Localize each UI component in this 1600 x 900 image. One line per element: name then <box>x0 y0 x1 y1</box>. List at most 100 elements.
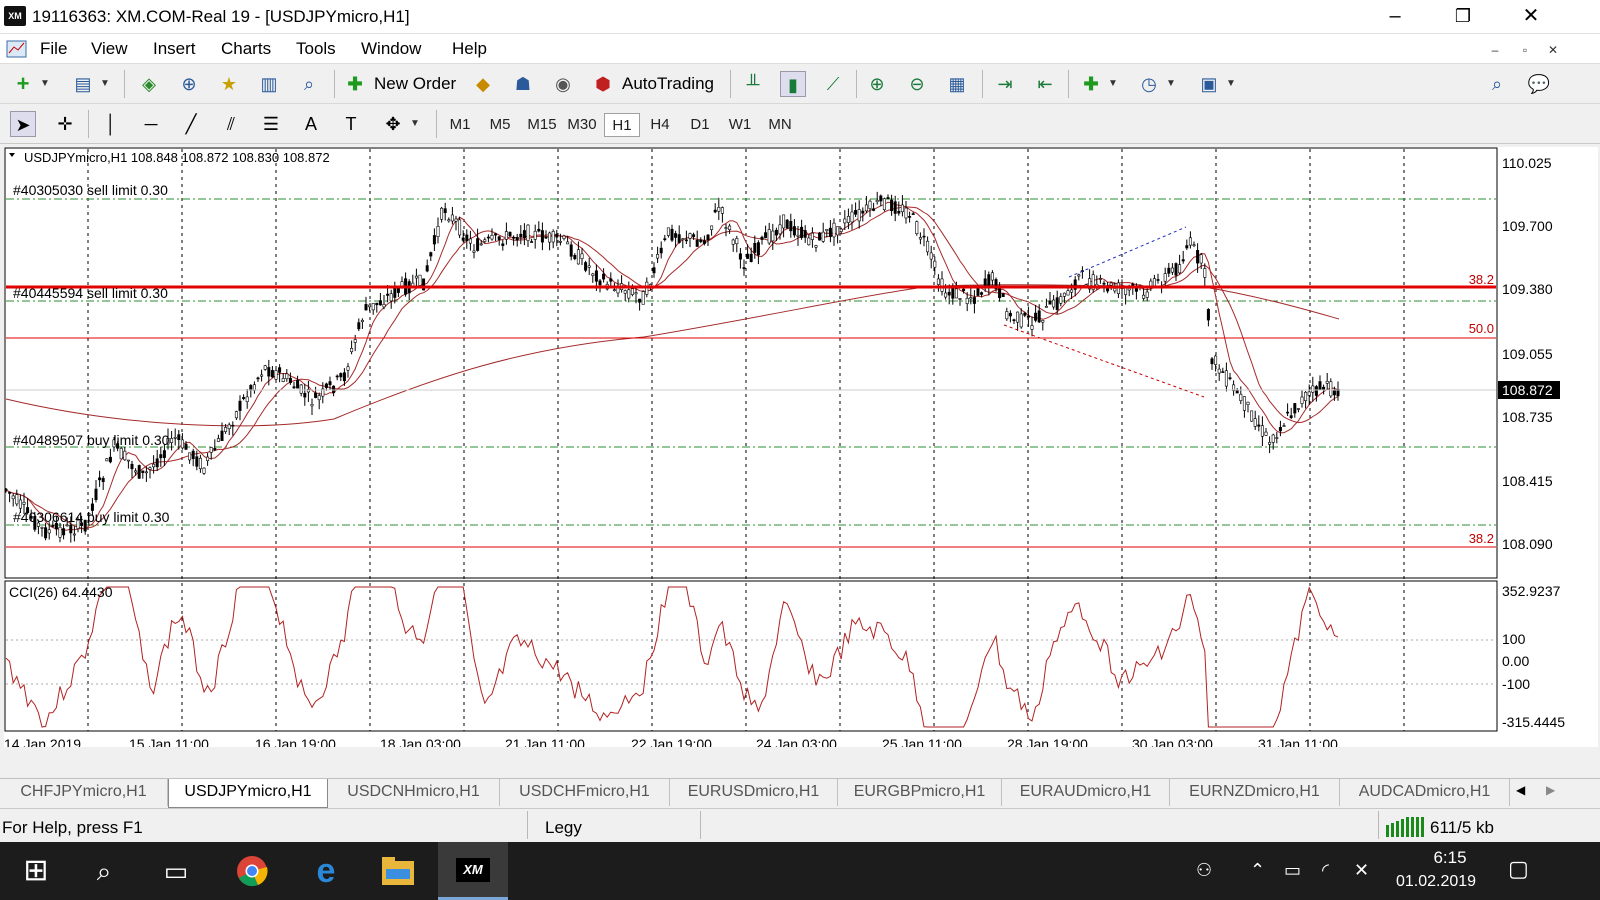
people-icon[interactable]: ⚇ <box>1196 860 1212 881</box>
chart-shift-icon[interactable]: ⇤ <box>1032 71 1058 97</box>
mdi-close-button[interactable]: ✕ <box>1544 42 1562 58</box>
chart-canvas[interactable]: USDJPYmicro,H1 108.848 108.872 108.830 1… <box>4 147 1598 747</box>
arrows-dropdown-icon[interactable]: ▼ <box>408 111 422 137</box>
candle-body <box>213 447 217 451</box>
chrome-icon[interactable] <box>236 855 268 887</box>
maximize-button[interactable]: ❐ <box>1440 0 1486 34</box>
menu-tools[interactable]: Tools <box>296 39 336 59</box>
volume-muted-icon[interactable]: ✕ <box>1354 860 1369 881</box>
periods-dropdown-icon[interactable]: ▼ <box>1164 71 1178 97</box>
chat-icon[interactable]: 💬 <box>1526 71 1552 97</box>
close-button[interactable]: ✕ <box>1508 0 1554 34</box>
horizontal-line-icon[interactable]: ─ <box>138 111 164 137</box>
mt4-taskbar-button[interactable]: XM <box>438 842 508 900</box>
equidistant-channel-icon[interactable]: ⫽ <box>218 111 244 137</box>
profiles-icon[interactable]: ▤ <box>70 71 96 97</box>
chart-window-icon[interactable] <box>6 38 28 60</box>
indicators-dropdown-icon[interactable]: ▼ <box>1106 71 1120 97</box>
menu-insert[interactable]: Insert <box>153 39 196 59</box>
candle-body <box>969 297 973 300</box>
tab-scroll-left-icon[interactable]: ◀ <box>1516 783 1525 797</box>
candle-body <box>47 529 51 534</box>
menu-file[interactable]: File <box>40 39 67 59</box>
templates-dropdown-icon[interactable]: ▼ <box>1224 71 1238 97</box>
task-view-icon[interactable]: ▭ <box>148 842 204 900</box>
tab-eurnzd[interactable]: EURNZDmicro,H1 <box>1170 779 1340 806</box>
tab-eurgbp[interactable]: EURGBPmicro,H1 <box>838 779 1002 806</box>
battery-icon[interactable]: ▭ <box>1284 860 1301 881</box>
menu-charts[interactable]: Charts <box>221 39 271 59</box>
data-window-icon[interactable]: ⊕ <box>176 71 202 97</box>
menu-view[interactable]: View <box>91 39 128 59</box>
tf-m15[interactable]: M15 <box>522 113 562 137</box>
tab-eurusd[interactable]: EURUSDmicro,H1 <box>670 779 838 806</box>
trendline-icon[interactable]: ╱ <box>178 111 204 137</box>
new-chart-icon[interactable]: + <box>10 71 36 97</box>
arrows-icon[interactable]: ✥ <box>380 111 406 137</box>
wifi-icon[interactable]: ◜ <box>1322 860 1329 881</box>
new-order-icon[interactable]: ✚ <box>342 71 368 97</box>
tf-d1[interactable]: D1 <box>682 113 718 137</box>
mdi-minimize-button[interactable]: – <box>1486 42 1504 58</box>
text-icon[interactable]: A <box>298 111 324 137</box>
candle-body <box>1023 312 1027 316</box>
cursor-icon[interactable]: ➤ <box>10 111 36 137</box>
windows-start-icon[interactable]: ⊞ <box>8 842 64 900</box>
tab-scroll-right-icon[interactable]: ▶ <box>1546 783 1555 797</box>
tf-h1[interactable]: H1 <box>604 113 640 137</box>
tab-audcad[interactable]: AUDCADmicro,H1 <box>1340 779 1510 806</box>
mdi-restore-button[interactable]: ▫ <box>1516 42 1534 58</box>
tile-windows-icon[interactable]: ▦ <box>944 71 970 97</box>
tab-euraud[interactable]: EURAUDmicro,H1 <box>1002 779 1170 806</box>
tab-chfjpy[interactable]: CHFJPYmicro,H1 <box>0 779 168 806</box>
tf-m5[interactable]: M5 <box>482 113 518 137</box>
tf-h4[interactable]: H4 <box>642 113 678 137</box>
periods-icon[interactable]: ◷ <box>1136 71 1162 97</box>
menu-window[interactable]: Window <box>361 39 421 59</box>
bar-chart-icon[interactable]: ╨ <box>740 71 766 97</box>
market-icon[interactable]: ◉ <box>550 71 576 97</box>
candle-body <box>134 470 138 473</box>
clock-date[interactable]: 01.02.2019 <box>1396 873 1476 891</box>
vertical-line-icon[interactable]: │ <box>98 111 124 137</box>
new-order-button[interactable]: New Order <box>374 74 456 94</box>
new-chart-dropdown-icon[interactable]: ▼ <box>38 71 52 97</box>
terminal-icon[interactable]: ▥ <box>256 71 282 97</box>
crosshair-icon[interactable]: ✛ <box>52 111 78 137</box>
search-icon[interactable]: ⌕ <box>76 842 132 900</box>
templates-icon[interactable]: ▣ <box>1196 71 1222 97</box>
navigator-icon[interactable]: ★ <box>216 71 242 97</box>
tf-m1[interactable]: M1 <box>442 113 478 137</box>
menu-help[interactable]: Help <box>452 39 487 59</box>
strategy-tester-icon[interactable]: ⌕ <box>296 71 322 97</box>
signals-icon[interactable]: ☗ <box>510 71 536 97</box>
candle-body <box>576 249 580 265</box>
autotrading-icon[interactable]: ⬢ <box>590 71 616 97</box>
tab-usdcnh[interactable]: USDCNHmicro,H1 <box>328 779 500 806</box>
tray-chevron-up-icon[interactable]: ⌃ <box>1250 860 1265 881</box>
auto-scroll-icon[interactable]: ⇥ <box>992 71 1018 97</box>
tf-m30[interactable]: M30 <box>562 113 602 137</box>
candlestick-chart-icon[interactable]: ▮ <box>780 71 806 97</box>
line-chart-icon[interactable]: ⟋ <box>820 71 846 97</box>
zoom-in-icon[interactable]: ⊕ <box>864 71 890 97</box>
minimize-button[interactable]: – <box>1372 0 1418 34</box>
fibonacci-icon[interactable]: ☰ <box>258 111 284 137</box>
search-icon[interactable]: ⌕ <box>1484 71 1510 97</box>
notifications-icon[interactable]: ▢ <box>1508 856 1529 882</box>
text-label-icon[interactable]: T <box>338 111 364 137</box>
clock-time[interactable]: 6:15 <box>1420 848 1480 868</box>
zoom-out-icon[interactable]: ⊖ <box>904 71 930 97</box>
profiles-dropdown-icon[interactable]: ▼ <box>98 71 112 97</box>
indicators-icon[interactable]: ✚ <box>1078 71 1104 97</box>
tab-usdchf[interactable]: USDCHFmicro,H1 <box>500 779 670 806</box>
chart-window[interactable]: USDJPYmicro,H1 108.848 108.872 108.830 1… <box>4 147 1598 747</box>
edge-icon[interactable]: e <box>298 842 354 900</box>
tf-w1[interactable]: W1 <box>722 113 758 137</box>
autotrading-button[interactable]: AutoTrading <box>622 74 714 94</box>
metaeditor-icon[interactable]: ◆ <box>470 71 496 97</box>
market-watch-icon[interactable]: ◈ <box>136 71 162 97</box>
file-explorer-icon[interactable] <box>382 857 414 885</box>
tf-mn[interactable]: MN <box>762 113 798 137</box>
tab-usdjpy[interactable]: USDJPYmicro,H1 <box>168 779 328 808</box>
